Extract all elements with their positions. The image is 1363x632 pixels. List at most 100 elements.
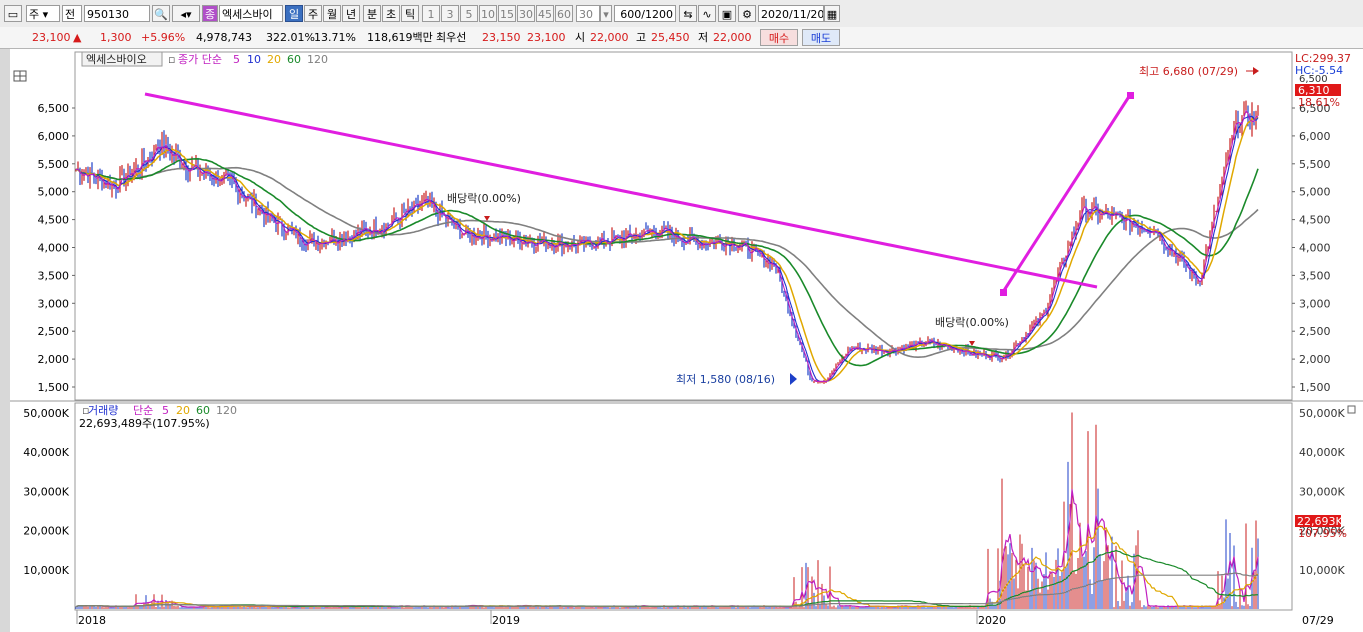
price-pct: 18.61% (1298, 96, 1340, 109)
interval-5[interactable]: 5 (460, 5, 478, 22)
gear-icon[interactable]: ⚙ (738, 5, 756, 22)
trend-handle (1000, 289, 1007, 296)
volume-tick-left: 20,000K (23, 525, 69, 538)
volume-tick-right: 40,000K (1299, 446, 1345, 459)
interval-1[interactable]: 1 (422, 5, 440, 22)
volume-tick-left: 40,000K (23, 446, 69, 459)
volume-legend-period: 20 (176, 404, 190, 417)
chart-svg[interactable]: 1,500 1,500 2,000 2,000 2,500 2,500 3,000 3,000… (0, 49, 1363, 632)
price-legend-period: 60 (287, 53, 301, 66)
price-tick-right: 4,000 (1299, 242, 1331, 255)
high-price: 25,450 (651, 31, 690, 44)
stock-badge: 종 (202, 5, 218, 22)
price-tick-right: 2,000 (1299, 353, 1331, 366)
chart-title: 엑세스바이오 (86, 53, 147, 66)
price-tick-left: 2,000 (38, 353, 70, 366)
open-label: 시 (575, 31, 586, 44)
chevron-down-icon[interactable]: ▾ (600, 5, 612, 22)
change-pct: +5.96% (141, 31, 186, 44)
price-tick-right: 3,000 (1299, 297, 1331, 310)
count-value: 600 (620, 8, 642, 21)
tab-week[interactable]: 주 (304, 5, 322, 22)
price-tick-left: 4,500 (38, 214, 70, 227)
tab-second[interactable]: 초 (382, 5, 400, 22)
price-tick-left: 3,500 (38, 269, 70, 282)
sell-button[interactable]: 매도 (802, 29, 840, 46)
interval-input[interactable]: 30 (576, 5, 600, 22)
best-bid: 23,100 (527, 31, 566, 44)
volume-legend-period: 5 (162, 404, 169, 417)
interval-45[interactable]: 45 (536, 5, 554, 22)
open-price: 22,000 (590, 31, 629, 44)
low-label: 저 (698, 31, 709, 44)
dividend-annotation-1: 배당락(0.00%) (447, 192, 521, 205)
volume-legend-label: 단순 (133, 404, 153, 417)
tab-month[interactable]: 월 (323, 5, 341, 22)
stock-name: 엑세스바이 (219, 5, 283, 22)
volume-pct: 107.95% (1298, 527, 1347, 540)
legend-marker: ▫ (168, 53, 175, 66)
price-tick-left: 6,500 (38, 102, 70, 115)
count-input[interactable]: 600/1200 (614, 5, 676, 22)
price-tick-left: 5,000 (38, 186, 70, 199)
high-annotation: 최고 6,680 (07/29) (1139, 65, 1238, 78)
code-value: 950130 (87, 8, 129, 21)
price-tick-left: 1,500 (38, 381, 70, 394)
price-tick-right: 1,500 (1299, 381, 1331, 394)
volume-panel-close-icon (1347, 405, 1356, 414)
interval-10[interactable]: 10 (479, 5, 497, 22)
tab-tick[interactable]: 틱 (401, 5, 419, 22)
toolbar: ▭ 주 ▾ 전 950130 🔍 ◂▾ 종 엑세스바이 일 주 월 년 분 초 … (0, 0, 1363, 28)
count-total: /1200 (641, 8, 673, 21)
price-legend-period: 20 (267, 53, 281, 66)
price-tick-right: 2,500 (1299, 325, 1331, 338)
quote-bar: 23,100 ▲ 1,300 +5.96% 4,978,743 322.01% … (0, 27, 1363, 49)
volume-legend-period: 120 (216, 404, 237, 417)
tab-day[interactable]: 일 (285, 5, 303, 22)
trend-handle (1127, 92, 1134, 99)
period-select-label: 주 (29, 8, 40, 21)
price-tick-left: 3,000 (38, 297, 70, 310)
price-legend-period: 5 (233, 53, 240, 66)
low-price: 22,000 (713, 31, 752, 44)
best-ask-label: 최우선 (436, 31, 467, 44)
date-input[interactable]: 2020/11/20 (758, 5, 824, 22)
price-tick-left: 2,500 (38, 325, 70, 338)
price-legend-period: 10 (247, 53, 261, 66)
market-select[interactable]: 전 (62, 5, 82, 22)
volume-value: 4,978,743 (196, 31, 252, 44)
volume-value-line: 22,693,489주(107.95%) (79, 417, 210, 430)
save-icon[interactable]: ▣ (718, 5, 736, 22)
low-annotation: 최저 1,580 (08/16) (676, 373, 775, 386)
price-tick-left: 6,000 (38, 130, 70, 143)
interval-60[interactable]: 60 (555, 5, 573, 22)
code-input[interactable]: 950130 (84, 5, 150, 22)
price-tick-right: 5,000 (1299, 186, 1331, 199)
turnover-ratio: 13.71% (314, 31, 356, 44)
price-tick-right: 5,500 (1299, 158, 1331, 171)
interval-30[interactable]: 30 (517, 5, 535, 22)
volume-tick-right: 50,000K (1299, 407, 1345, 420)
volume-legend-period: 60 (196, 404, 210, 417)
search-icon[interactable]: 🔍 (152, 5, 170, 22)
volume-tick-right: 30,000K (1299, 485, 1345, 498)
calendar-icon[interactable]: ▦ (824, 5, 840, 22)
volume-title: 거래량 (88, 404, 118, 417)
interval-15[interactable]: 15 (498, 5, 516, 22)
best-ask: 23,150 (482, 31, 521, 44)
dividend-annotation-2: 배당락(0.00%) (935, 316, 1009, 329)
buy-button[interactable]: 매수 (760, 29, 798, 46)
compare-icon[interactable]: ⇆ (679, 5, 697, 22)
price-tick-right: 3,500 (1299, 269, 1331, 282)
chart-tool-icon[interactable]: ∿ (698, 5, 716, 22)
volume-tick-right: 10,000K (1299, 564, 1345, 577)
volume-tick-left: 30,000K (23, 485, 69, 498)
tab-minute[interactable]: 분 (363, 5, 381, 22)
price-tick-right: 4,500 (1299, 214, 1331, 227)
window-menu-icon[interactable]: ▭ (4, 5, 22, 22)
tab-year[interactable]: 년 (342, 5, 360, 22)
period-select[interactable]: 주 ▾ (26, 5, 60, 22)
speaker-icon[interactable]: ◂▾ (172, 5, 200, 22)
x-tick-label: 2020 (978, 614, 1006, 627)
interval-3[interactable]: 3 (441, 5, 459, 22)
